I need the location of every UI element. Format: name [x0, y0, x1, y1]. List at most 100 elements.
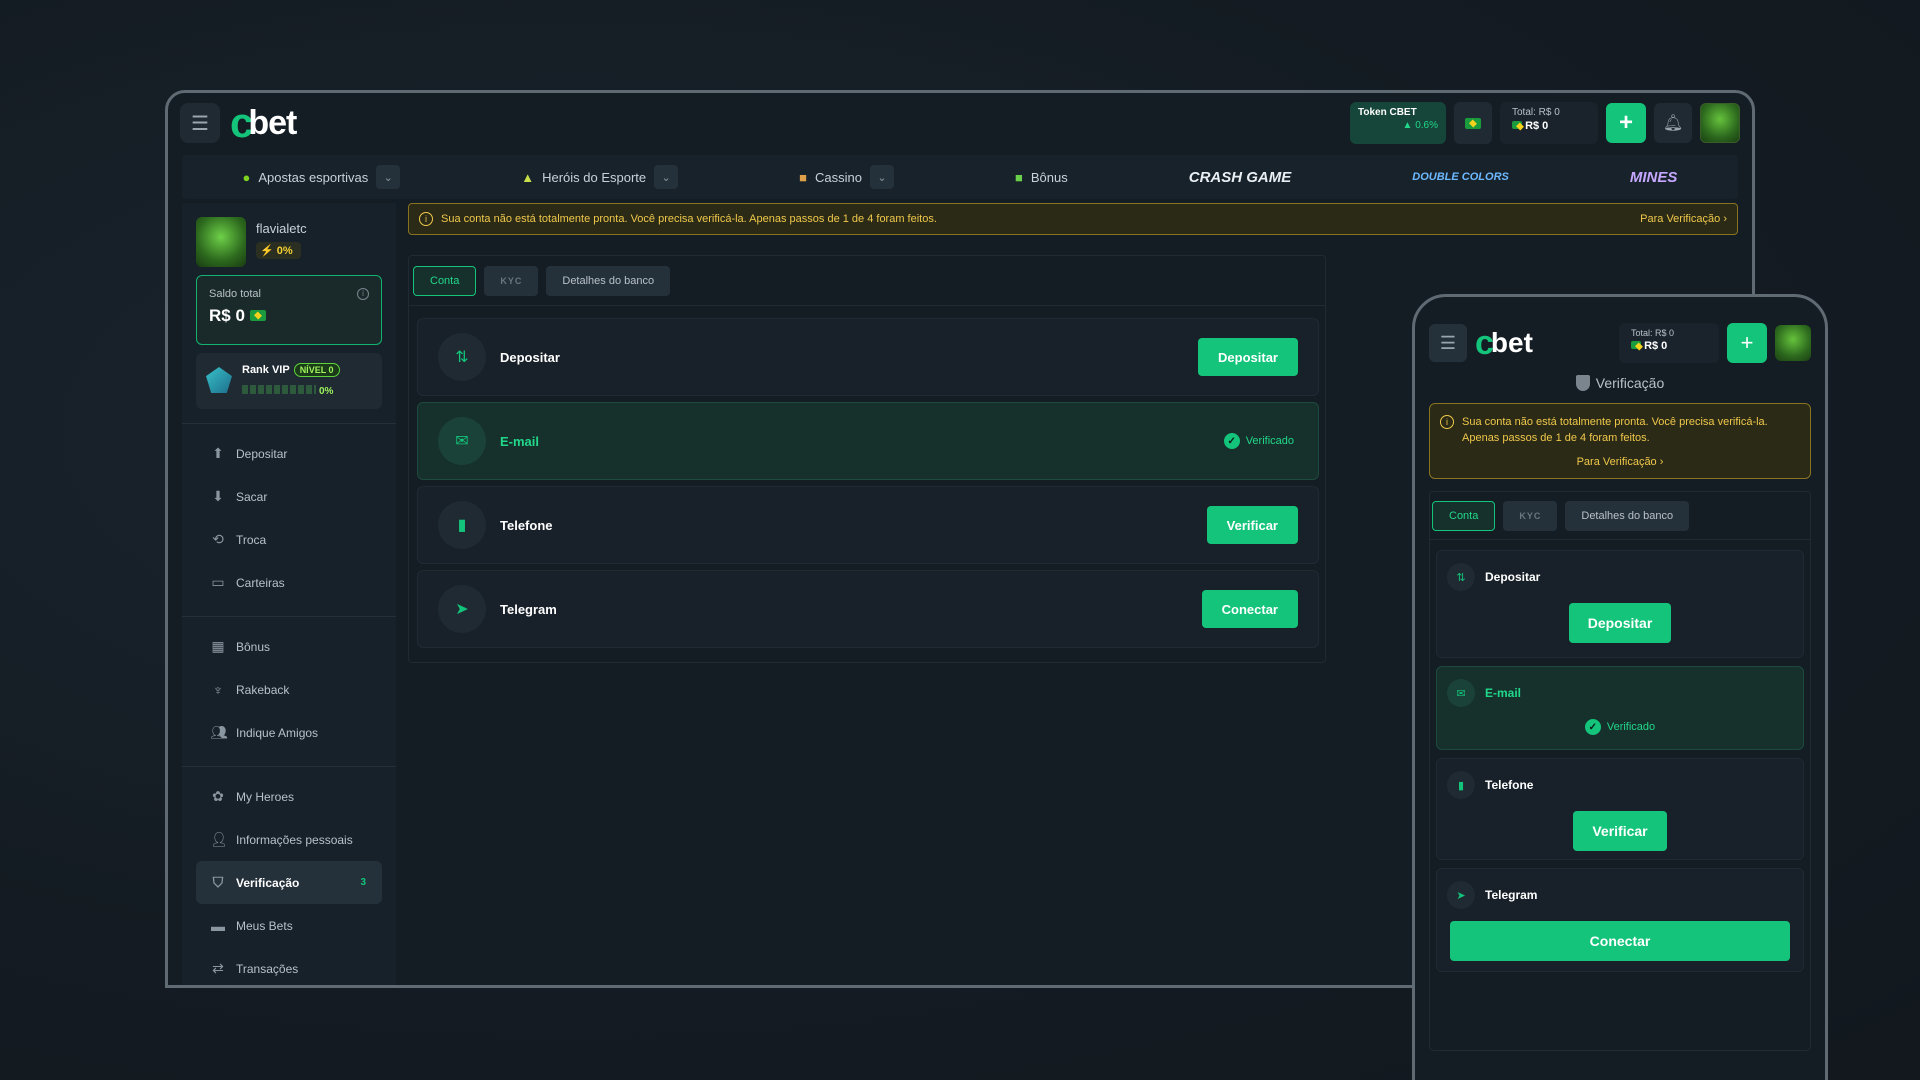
row-email: ✉ E-mail ✓ Verificado: [1436, 666, 1804, 750]
brazil-flag-icon: [249, 310, 266, 321]
sidebar-item-indique-amigos[interactable]: 👥︎ Indique Amigos: [196, 711, 382, 754]
tabs: Conta KYC Detalhes do banco: [409, 256, 1325, 306]
nav-apostas-esportivas[interactable]: ● Apostas esportivas ⌄: [243, 165, 401, 189]
total-label: Total: R$ 0: [1631, 328, 1675, 338]
alert-link[interactable]: Para Verificação ›: [1640, 213, 1727, 225]
brazil-flag-icon: [1512, 121, 1522, 129]
verification-alert: i Sua conta não está totalmente pronta. …: [1429, 403, 1811, 479]
menu-group-rewards: ▦ Bônus ♆ Rakeback 👥︎ Indique Amigos: [182, 617, 396, 762]
depositar-button[interactable]: Depositar: [1198, 338, 1298, 376]
token-widget[interactable]: Token CBET ▲ 0.6%: [1350, 102, 1446, 144]
crash-game-logo[interactable]: CRASH GAME: [1189, 169, 1292, 186]
tab-detalhes-do-banco[interactable]: Detalhes do banco: [546, 265, 671, 296]
hero-icon: ▲: [521, 169, 535, 185]
swap-icon: ⟲: [212, 531, 224, 547]
sidebar-item-verificacao[interactable]: ⛉ Verificação 3: [196, 861, 382, 904]
vip-level-badge: NÍVEL 0: [293, 363, 340, 377]
logo[interactable]: c bet: [230, 99, 297, 147]
menu-group-wallet: ⬆ Depositar ⬇ Sacar ⟲ Troca ▭ Carteiras: [182, 424, 396, 612]
conectar-button[interactable]: Conectar: [1201, 590, 1298, 628]
sidebar-item-rakeback[interactable]: ♆ Rakeback: [196, 668, 382, 711]
avatar[interactable]: [1700, 103, 1740, 143]
transfer-icon: ⇅: [438, 333, 486, 381]
conectar-button[interactable]: Conectar: [1450, 921, 1790, 961]
row-label: E-mail: [500, 433, 540, 449]
vip-card[interactable]: Rank VIP NÍVEL 0 0%: [196, 353, 382, 409]
mobile-window: ☰ c bet Total: R$ 0 R$ 0 + Verificação i …: [1412, 294, 1828, 1080]
menu-icon[interactable]: ☰: [1429, 324, 1467, 362]
nav-bonus[interactable]: ■ Bônus: [1015, 170, 1068, 185]
check-icon: ✓: [1223, 433, 1240, 449]
token-change: ▲ 0.6%: [1402, 120, 1438, 131]
top-bar: ☰ c bet Token CBET ▲ 0.6% Total: R$ 0 R$ …: [168, 93, 1752, 153]
transfer-icon: ⇅: [1447, 563, 1475, 591]
user-icon: 👤︎: [210, 831, 228, 847]
verification-alert: i Sua conta não está totalmente pronta. …: [408, 203, 1738, 235]
sidebar-item-carteiras[interactable]: ▭ Carteiras: [196, 561, 382, 604]
chevron-down-icon[interactable]: ⌄: [376, 165, 401, 189]
transactions-icon: ⇄: [212, 960, 224, 976]
gift-icon: ■: [1015, 169, 1023, 185]
total-value: R$ 0: [1525, 120, 1549, 132]
bell-icon[interactable]: 🔔︎: [1654, 103, 1692, 143]
verificar-button[interactable]: Verificar: [1573, 811, 1667, 851]
total-label: Total: R$ 0: [1512, 107, 1560, 118]
language-button[interactable]: [1454, 102, 1492, 144]
tab-detalhes-do-banco[interactable]: Detalhes do banco: [1565, 500, 1690, 531]
deposit-plus-button[interactable]: +: [1606, 103, 1646, 143]
vip-progress-bar: [242, 385, 316, 394]
chevron-down-icon[interactable]: ⌄: [870, 165, 894, 189]
phone-icon: ▮: [1447, 771, 1475, 799]
sidebar-item-depositar[interactable]: ⬆ Depositar: [196, 432, 382, 475]
nav-cassino[interactable]: ■ Cassino ⌄: [799, 165, 894, 189]
saldo-label: Saldo total: [209, 288, 261, 300]
avatar[interactable]: [1775, 325, 1811, 361]
sidebar-item-informacoes-pessoais[interactable]: 👤︎ Informações pessoais: [196, 818, 382, 861]
arrow-down-icon: ⬇: [212, 488, 224, 504]
row-email: ✉ E-mail ✓ Verificado: [417, 402, 1319, 480]
tab-conta[interactable]: Conta: [413, 265, 477, 296]
nav-herois-do-esporte[interactable]: ▲ Heróis do Esporte ⌄: [521, 165, 679, 189]
info-icon: i: [1440, 415, 1454, 429]
menu-icon[interactable]: ☰: [180, 103, 220, 143]
soccer-ball-icon: ●: [242, 169, 251, 185]
sidebar-item-meus-bets[interactable]: ▬ Meus Bets: [196, 904, 382, 947]
sidebar-item-troca[interactable]: ⟲ Troca: [196, 518, 382, 561]
profile-card[interactable]: flavialetc ⚡ 0%: [182, 203, 396, 267]
shield-icon: [1575, 375, 1590, 391]
verificar-button[interactable]: Verificar: [1206, 506, 1298, 544]
profile-avatar: [196, 217, 246, 267]
page-title: Verificação: [1415, 375, 1825, 391]
alert-link[interactable]: Para Verificação ›: [1462, 454, 1798, 470]
sidebar-item-bonus[interactable]: ▦ Bônus: [196, 625, 382, 668]
mines-logo[interactable]: MINES: [1630, 169, 1678, 186]
row-label: Telegram: [500, 601, 557, 617]
depositar-button[interactable]: Depositar: [1569, 603, 1671, 643]
row-telegram: ➤ Telegram Conectar: [417, 570, 1319, 648]
info-icon[interactable]: i: [357, 288, 369, 300]
row-telefone: ▮ Telefone Verificar: [417, 486, 1319, 564]
verification-panel: Conta KYC Detalhes do banco ⇅ Depositar D…: [1429, 491, 1811, 1051]
check-icon: ✓: [1584, 719, 1601, 735]
chevron-down-icon[interactable]: ⌄: [654, 165, 679, 189]
sidebar-item-transacoes[interactable]: ⇄ Transações: [196, 947, 382, 985]
username: flavialetc: [256, 221, 307, 236]
main-nav: ● Apostas esportivas ⌄ ▲ Heróis do Esporte ⌄…: [182, 155, 1738, 199]
tab-conta[interactable]: Conta: [1432, 500, 1496, 531]
brazil-flag-icon: [1465, 117, 1481, 129]
wallet-icon: ▭: [211, 574, 225, 590]
deposit-plus-button[interactable]: +: [1727, 323, 1767, 363]
row-label: Telefone: [500, 517, 553, 533]
shield-icon: ⛉: [212, 874, 224, 890]
tab-kyc[interactable]: KYC: [484, 265, 539, 296]
sidebar-item-sacar[interactable]: ⬇ Sacar: [196, 475, 382, 518]
row-telegram: ➤ Telegram Conectar: [1436, 868, 1804, 972]
sidebar-item-my-heroes[interactable]: ✿ My Heroes: [196, 775, 382, 818]
vip-rank-icon: [206, 367, 232, 393]
balance-widget[interactable]: Total: R$ 0 R$ 0: [1619, 323, 1719, 363]
double-colors-logo[interactable]: DOUBLE COLORS: [1412, 171, 1509, 183]
balance-widget[interactable]: Total: R$ 0 R$ 0: [1500, 102, 1598, 144]
tab-kyc[interactable]: KYC: [1503, 500, 1558, 531]
logo[interactable]: c bet: [1475, 324, 1533, 363]
alert-text: Sua conta não está totalmente pronta. Vo…: [1462, 416, 1768, 444]
